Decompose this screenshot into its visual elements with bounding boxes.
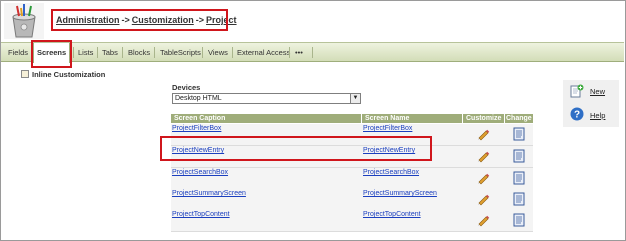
screen-name-link[interactable]: ProjectSummaryScreen	[363, 190, 437, 197]
change-document-icon[interactable]	[513, 213, 525, 227]
device-select-value: Desktop HTML	[175, 95, 222, 102]
pencil-icon[interactable]	[476, 192, 490, 206]
help-link[interactable]: Help	[590, 111, 605, 120]
new-document-icon[interactable]	[570, 84, 584, 98]
tab-divider	[97, 47, 98, 58]
screen-caption-link[interactable]: ProjectSummaryScreen	[172, 190, 246, 197]
tab-divider	[73, 47, 74, 58]
pencil-icon[interactable]	[476, 149, 490, 163]
tab-blocks[interactable]: Blocks	[125, 43, 153, 62]
screen-caption-link[interactable]: ProjectFilterBox	[172, 125, 221, 132]
tab-divider	[122, 47, 123, 58]
change-document-icon[interactable]	[513, 192, 525, 206]
tab-divider	[232, 47, 233, 58]
tab-highlight-box	[31, 40, 72, 68]
new-link[interactable]: New	[590, 87, 605, 96]
tab-divider	[312, 47, 313, 58]
tab-divider	[202, 47, 203, 58]
column-header-screen-name: Screen Name	[362, 114, 462, 123]
change-document-icon[interactable]	[513, 149, 525, 163]
column-header-screen-caption: Screen Caption	[171, 114, 361, 123]
pencil-icon[interactable]	[476, 213, 490, 227]
screen-caption-link[interactable]: ProjectSearchBox	[172, 169, 228, 176]
change-document-icon[interactable]	[513, 171, 525, 185]
pencil-icon[interactable]	[476, 127, 490, 141]
tab-tablescripts[interactable]: TableScripts	[157, 43, 204, 62]
change-document-icon[interactable]	[513, 127, 525, 141]
app-logo-icon	[4, 3, 44, 39]
inline-customization-checkbox[interactable]	[21, 70, 29, 78]
help-icon[interactable]: ?	[570, 107, 584, 121]
tab-lists[interactable]: Lists	[75, 43, 96, 62]
tab-bar: Fields Screens Lists Tabs Blocks TableSc…	[1, 42, 624, 63]
screen-name-link[interactable]: ProjectTopContent	[363, 211, 421, 218]
inline-customization-label: Inline Customization	[32, 70, 106, 79]
tab-divider	[154, 47, 155, 58]
tab-divider	[289, 47, 290, 58]
chevron-down-icon[interactable]: ▼	[350, 94, 360, 103]
devices-label: Devices	[172, 83, 201, 92]
tab-tabs[interactable]: Tabs	[99, 43, 121, 62]
pencil-icon[interactable]	[476, 171, 490, 185]
screen-name-link[interactable]: ProjectSearchBox	[363, 169, 419, 176]
tab-fields[interactable]: Fields	[5, 43, 31, 62]
column-header-change: Change	[505, 114, 533, 123]
column-header-customize: Customize	[463, 114, 504, 123]
screen-name-link[interactable]: ProjectFilterBox	[363, 125, 412, 132]
device-select[interactable]: Desktop HTML ▼	[172, 93, 361, 104]
screen-caption-link[interactable]: ProjectTopContent	[172, 211, 230, 218]
tab-views[interactable]: Views	[205, 43, 231, 62]
svg-text:?: ?	[574, 110, 580, 121]
breadcrumb-highlight-box	[51, 9, 228, 31]
actions-panel: New ? Help	[563, 80, 619, 127]
row-highlight-box	[160, 136, 432, 161]
tab-external-access[interactable]: External Access	[234, 43, 293, 62]
tab-more[interactable]: •••	[292, 43, 306, 62]
